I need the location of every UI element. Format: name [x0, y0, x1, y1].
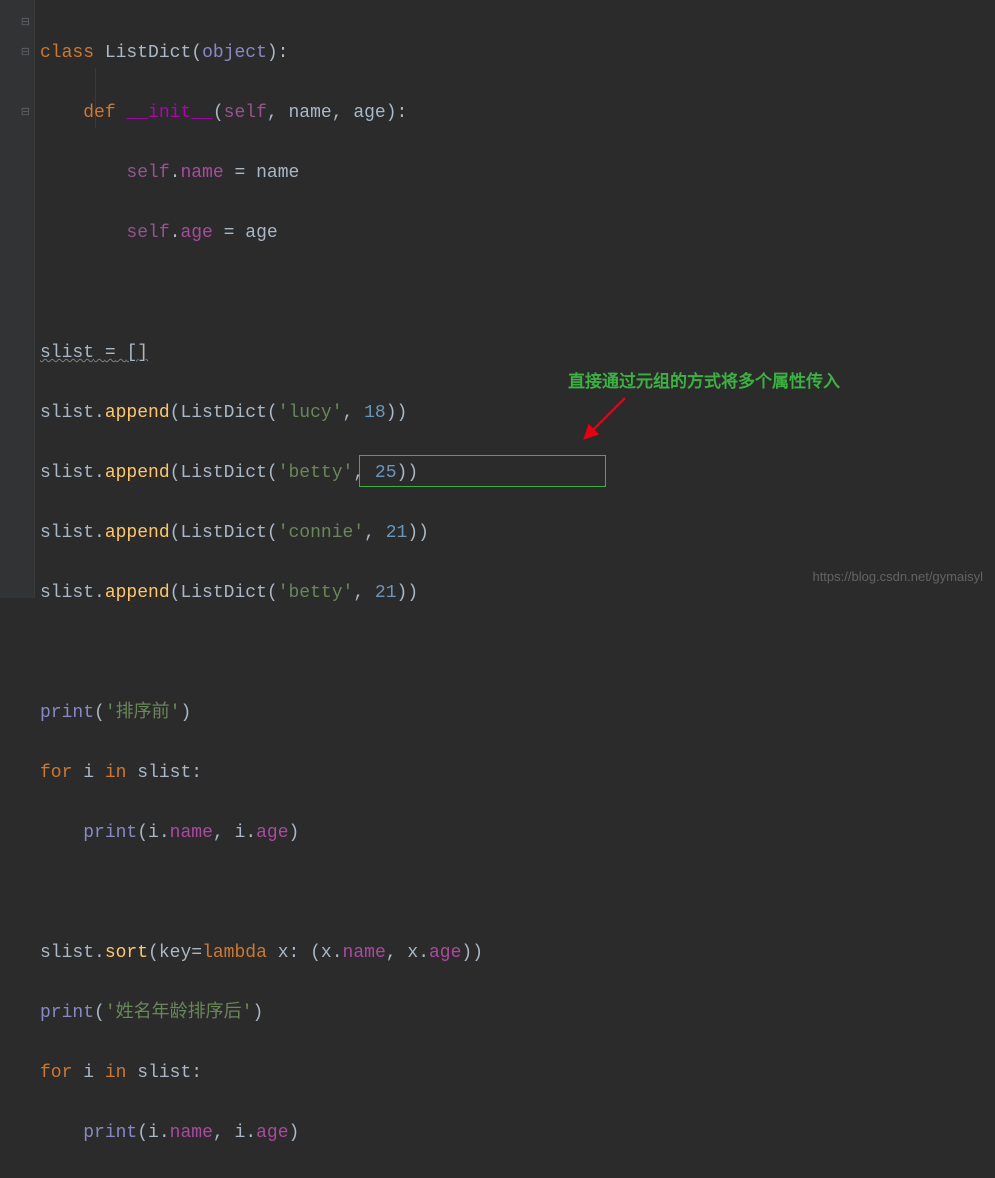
code-line-17: print('姓名年龄排序后') — [40, 998, 483, 1028]
watermark: https://blog.csdn.net/gymaisyl — [812, 562, 983, 592]
code-line-13: for i in slist: — [40, 758, 483, 788]
code-line-14: print(i.name, i.age) — [40, 818, 483, 848]
code-line-3: self.name = name — [40, 158, 483, 188]
code-line-2: def __init__(self, name, age): — [40, 98, 483, 128]
code-editor-content: class ListDict(object): def __init__(sel… — [40, 8, 483, 1178]
code-line-5 — [40, 278, 483, 308]
editor-gutter: ⊟ ⊟ ⊟ — [0, 0, 35, 598]
fold-marker-def[interactable]: ⊟ — [21, 38, 30, 68]
annotation-text: 直接通过元组的方式将多个属性传入 — [568, 367, 840, 397]
annotation-arrow — [575, 390, 635, 450]
code-line-12: print('排序前') — [40, 698, 483, 728]
code-line-16: slist.sort(key=lambda x: (x.name, x.age)… — [40, 938, 483, 968]
fold-marker-class[interactable]: ⊟ — [21, 8, 30, 38]
code-line-9: slist.append(ListDict('connie', 21)) — [40, 518, 483, 548]
code-line-6: slist = [] — [40, 338, 483, 368]
code-line-4: self.age = age — [40, 218, 483, 248]
code-line-15 — [40, 878, 483, 908]
code-line-1: class ListDict(object): — [40, 38, 483, 68]
code-line-18: for i in slist: — [40, 1058, 483, 1088]
code-line-10: slist.append(ListDict('betty', 21)) — [40, 578, 483, 608]
code-line-8: slist.append(ListDict('betty', 25)) — [40, 458, 483, 488]
code-line-11 — [40, 638, 483, 668]
fold-marker-end[interactable]: ⊟ — [21, 98, 30, 128]
code-line-19: print(i.name, i.age) — [40, 1118, 483, 1148]
code-line-7: slist.append(ListDict('lucy', 18)) — [40, 398, 483, 428]
